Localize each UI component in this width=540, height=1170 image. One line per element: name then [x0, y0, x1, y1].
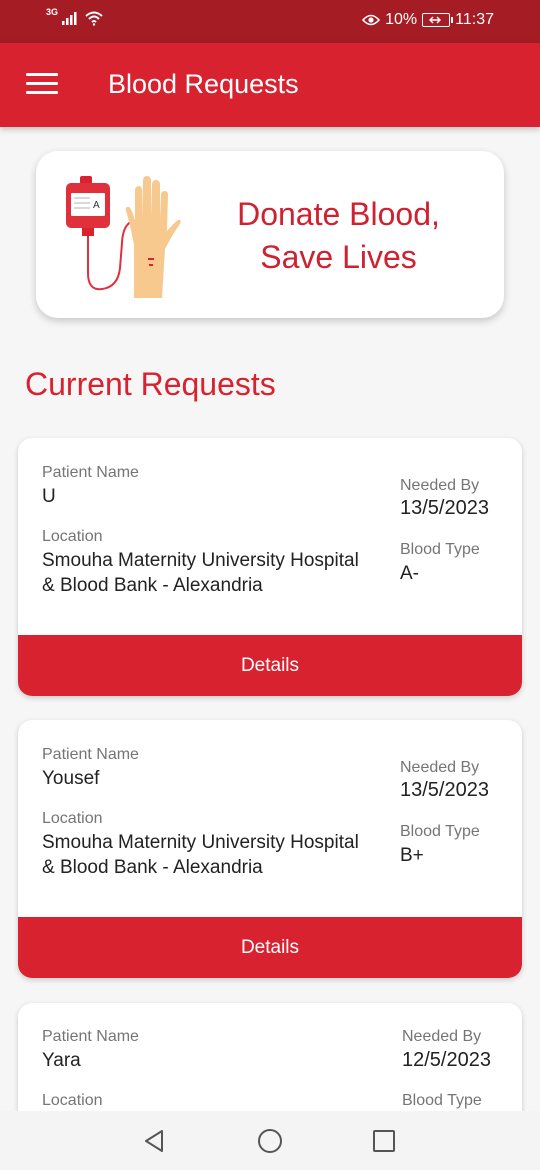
status-left: 3G	[46, 7, 104, 26]
location-label: Location	[42, 528, 103, 545]
wifi-icon	[85, 11, 103, 26]
location-label: Location	[42, 810, 103, 827]
patient-name-value: U	[42, 486, 56, 507]
battery-icon	[422, 13, 454, 27]
details-button[interactable]: Details	[18, 917, 522, 978]
needed-by-label: Needed By	[400, 759, 480, 776]
blood-type-label: Blood Type	[400, 541, 480, 558]
status-right: 10% 11:37	[362, 11, 494, 29]
eye-icon	[362, 14, 381, 26]
location-line-2: & Blood Bank - Alexandria	[42, 857, 263, 878]
patient-name-label: Patient Name	[42, 464, 139, 481]
location-line-1: Smouha Maternity University Hospital	[42, 550, 359, 571]
hamburger-menu-icon[interactable]	[26, 73, 58, 97]
location-line-2: & Blood Bank - Alexandria	[42, 575, 263, 596]
banner-slogan: Donate Blood, Save Lives	[216, 193, 461, 279]
back-icon[interactable]	[140, 1127, 168, 1155]
signal-icon	[62, 12, 77, 25]
needed-by-label: Needed By	[402, 1028, 482, 1045]
home-icon[interactable]	[256, 1127, 284, 1155]
blood-type-label: Blood Type	[400, 823, 480, 840]
network-type: 3G	[46, 7, 59, 17]
needed-by-value: 13/5/2023	[400, 497, 489, 519]
location-value: Smouha Maternity University Hospital & B…	[42, 548, 382, 598]
banner-line-2: Save Lives	[260, 239, 417, 275]
recents-icon[interactable]	[370, 1127, 398, 1155]
needed-by-value: 12/5/2023	[402, 1049, 491, 1071]
blood-bag-hand-illustration: A	[66, 176, 181, 298]
banner-line-1: Donate Blood,	[237, 196, 440, 232]
status-bar: 3G 10% 11:37	[0, 0, 540, 43]
patient-name-value: Yara	[42, 1050, 81, 1071]
clock-time: 11:37	[455, 11, 494, 28]
location-value: Smouha Maternity University Hospital & B…	[42, 830, 382, 880]
patient-name-label: Patient Name	[42, 746, 139, 763]
battery-percent: 10%	[385, 11, 418, 28]
details-button[interactable]: Details	[18, 635, 522, 696]
page-title: Blood Requests	[108, 69, 299, 99]
location-label: Location	[42, 1092, 103, 1109]
request-card: Patient Name U Location Smouha Maternity…	[18, 438, 522, 696]
needed-by-value: 13/5/2023	[400, 779, 489, 801]
needed-by-label: Needed By	[400, 477, 480, 494]
location-line-1: Smouha Maternity University Hospital	[42, 832, 359, 853]
blood-bag-label: A	[93, 200, 100, 211]
donate-banner: A Donate Blood, Save Lives	[36, 151, 504, 318]
patient-name-value: Yousef	[42, 768, 100, 789]
blood-type-label: Blood Type	[402, 1092, 482, 1109]
patient-name-label: Patient Name	[42, 1028, 139, 1045]
app-bar: Blood Requests	[0, 43, 540, 127]
blood-type-value: B+	[400, 845, 424, 866]
section-title: Current Requests	[25, 366, 276, 402]
system-nav-bar	[0, 1111, 540, 1170]
request-card: Patient Name Yousef Location Smouha Mate…	[18, 720, 522, 978]
blood-type-value: A-	[400, 563, 419, 584]
